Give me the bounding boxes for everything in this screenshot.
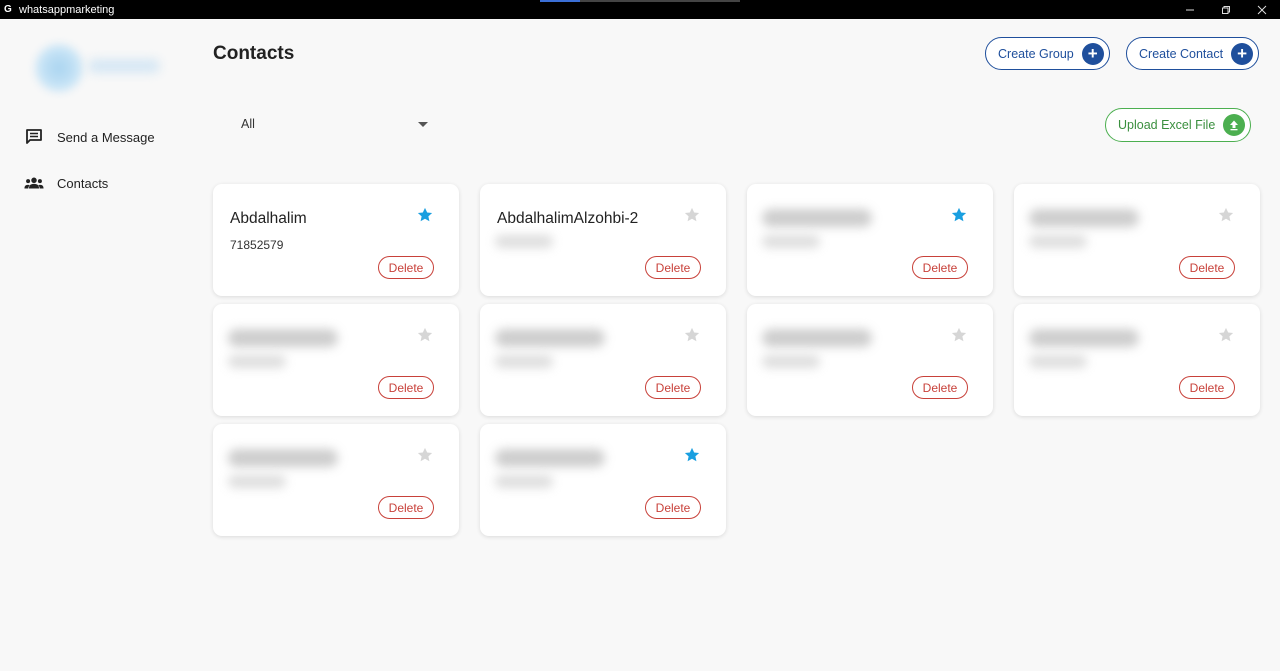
contact-phone-blurred (495, 235, 553, 248)
contact-card[interactable]: Delete (747, 184, 993, 296)
upload-excel-button[interactable]: Upload Excel File (1105, 108, 1252, 142)
close-icon[interactable] (1244, 0, 1280, 19)
contact-card[interactable]: Abdalhalim 71852579 Delete (213, 184, 459, 296)
titlebar-accent (540, 0, 580, 2)
contact-phone-blurred (495, 475, 553, 488)
sidebar-item-label: Send a Message (57, 129, 155, 145)
star-icon[interactable] (683, 326, 701, 344)
filter-selected-value: All (241, 117, 255, 131)
contact-name-blurred (228, 449, 338, 467)
contact-phone-blurred (228, 355, 286, 368)
window-titlebar: G whatsappmarketing (0, 0, 1280, 19)
sidebar-item-label: Contacts (57, 175, 109, 191)
contact-name-blurred (762, 209, 872, 227)
contact-name-blurred (495, 449, 605, 467)
delete-button[interactable]: Delete (912, 256, 968, 279)
contact-card[interactable]: Delete (480, 304, 726, 416)
upload-excel-label: Upload Excel File (1118, 118, 1216, 132)
upload-icon (1223, 114, 1246, 136)
star-icon[interactable] (416, 446, 434, 464)
page-title: Contacts (213, 43, 295, 64)
contact-name-blurred (762, 329, 872, 347)
delete-button[interactable]: Delete (645, 256, 701, 279)
create-contact-label: Create Contact (1139, 46, 1224, 61)
contact-phone-blurred (228, 475, 286, 488)
titlebar-accent-secondary (580, 0, 740, 2)
contact-name-blurred (1029, 329, 1139, 347)
window-controls (1172, 0, 1280, 19)
plus-icon: + (1081, 42, 1104, 65)
contact-name: AbdalhalimAlzohbi-2 (497, 210, 639, 227)
delete-button[interactable]: Delete (912, 376, 968, 399)
contact-phone-blurred (762, 355, 820, 368)
contact-filter-select[interactable]: All (226, 110, 436, 138)
contact-card[interactable]: Delete (213, 424, 459, 536)
contact-phone-blurred (495, 355, 553, 368)
delete-button[interactable]: Delete (378, 376, 434, 399)
contact-name-blurred (228, 329, 338, 347)
delete-button[interactable]: Delete (645, 496, 701, 519)
delete-button[interactable]: Delete (1179, 376, 1235, 399)
star-icon[interactable] (1217, 326, 1235, 344)
contact-name-blurred (495, 329, 605, 347)
star-icon[interactable] (416, 206, 434, 224)
star-icon[interactable] (950, 206, 968, 224)
contact-card[interactable]: Delete (480, 424, 726, 536)
profile-name-blurred (88, 59, 160, 73)
delete-button[interactable]: Delete (645, 376, 701, 399)
avatar (34, 43, 84, 93)
create-group-button[interactable]: Create Group + (985, 37, 1110, 70)
app-icon: G (4, 3, 12, 15)
contact-name-blurred (1029, 209, 1139, 227)
profile-avatar-blurred (30, 41, 170, 93)
restore-icon[interactable] (1208, 0, 1244, 19)
delete-button[interactable]: Delete (378, 256, 434, 279)
people-icon (24, 173, 44, 193)
window-title: whatsappmarketing (19, 3, 115, 16)
contact-phone-blurred (1029, 235, 1087, 248)
star-icon[interactable] (950, 326, 968, 344)
delete-button[interactable]: Delete (378, 496, 434, 519)
contact-phone-blurred (1029, 355, 1087, 368)
contact-card[interactable]: Delete (747, 304, 993, 416)
chevron-down-icon (418, 121, 428, 127)
contact-card[interactable]: AbdalhalimAlzohbi-2 Delete (480, 184, 726, 296)
sidebar-item-send-message[interactable]: Send a Message (24, 125, 155, 149)
minimize-icon[interactable] (1172, 0, 1208, 19)
sidebar-item-contacts[interactable]: Contacts (24, 171, 108, 195)
contact-card[interactable]: Delete (1014, 304, 1260, 416)
create-group-label: Create Group (998, 46, 1074, 61)
star-icon[interactable] (416, 326, 434, 344)
delete-button[interactable]: Delete (1179, 256, 1235, 279)
create-contact-button[interactable]: Create Contact + (1126, 37, 1260, 70)
contact-name: Abdalhalim (230, 210, 307, 227)
star-icon[interactable] (1217, 206, 1235, 224)
contact-phone-blurred (762, 235, 820, 248)
contact-phone: 71852579 (230, 238, 284, 252)
contact-card[interactable]: Delete (1014, 184, 1260, 296)
plus-icon: + (1231, 42, 1254, 65)
star-icon[interactable] (683, 446, 701, 464)
message-icon (24, 127, 44, 147)
contact-card[interactable]: Delete (213, 304, 459, 416)
sidebar: Send a Message Contacts (0, 19, 192, 671)
star-icon[interactable] (683, 206, 701, 224)
